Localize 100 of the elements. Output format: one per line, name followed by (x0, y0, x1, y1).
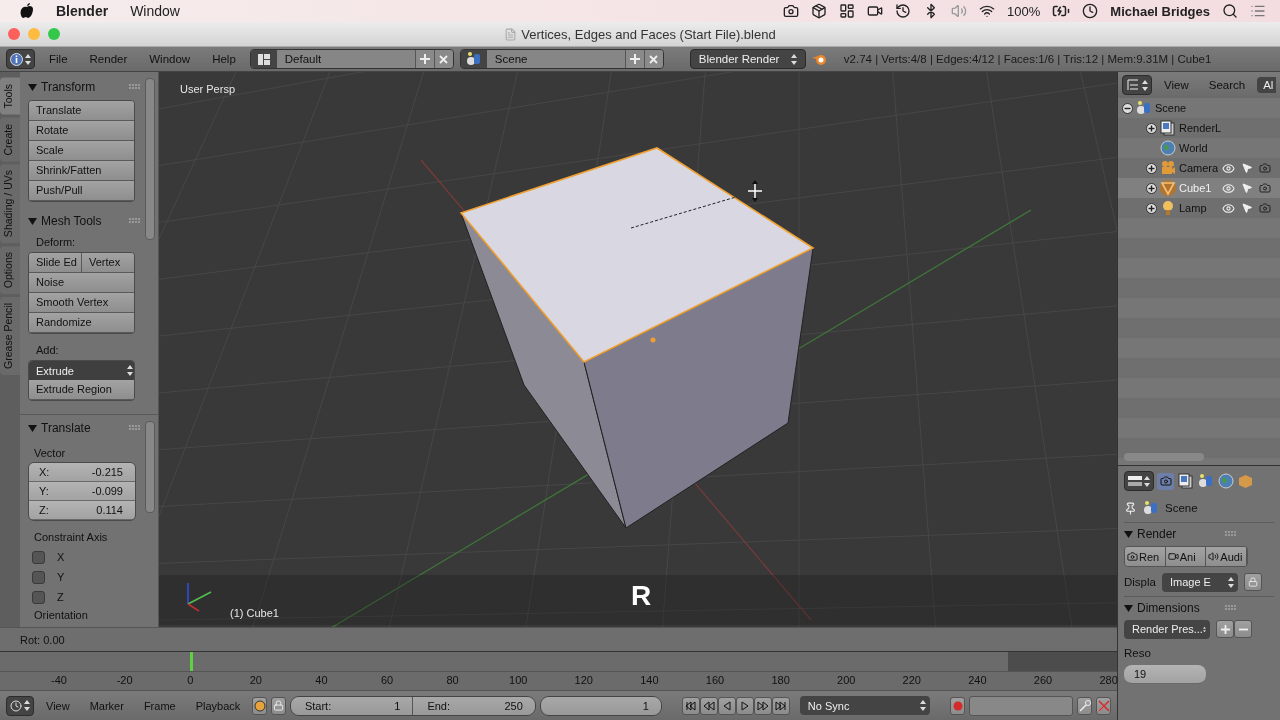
tool-button[interactable]: Shrink/Fatten (29, 161, 134, 181)
lock-button[interactable] (271, 696, 286, 715)
eye-icon[interactable] (1222, 161, 1235, 175)
panel-title[interactable]: Dimensions (1137, 601, 1200, 615)
collapse-triangle-icon[interactable] (28, 216, 37, 226)
record-button[interactable] (950, 696, 965, 715)
sync-dropdown[interactable]: No Sync (799, 696, 931, 715)
outliner-row[interactable]: Cube1 (1118, 178, 1280, 198)
playback-button[interactable] (753, 696, 772, 715)
pointer-icon[interactable] (1241, 201, 1253, 214)
keyframe-button[interactable] (252, 696, 268, 715)
history-icon[interactable] (895, 3, 912, 19)
tool-button[interactable]: Smooth Vertex (29, 293, 134, 313)
keying-set-field[interactable] (969, 695, 1074, 716)
menu-item[interactable]: Window (130, 3, 180, 19)
drag-handle-icon[interactable] (129, 425, 140, 431)
collapse-triangle-icon[interactable] (1124, 603, 1133, 613)
apple-logo-icon[interactable] (20, 3, 34, 19)
tool-button[interactable]: Slide Ed (29, 253, 82, 273)
outliner-label[interactable]: Camera (1179, 162, 1219, 174)
add-preset-button[interactable] (1216, 620, 1234, 638)
app-menu[interactable]: Blender (56, 3, 109, 19)
drag-handle-icon[interactable] (1225, 605, 1236, 611)
camera-icon[interactable] (783, 3, 800, 19)
resolution-field[interactable]: 19 (1124, 665, 1206, 684)
outliner-label[interactable]: Scene (1155, 102, 1187, 114)
playback-button[interactable] (717, 696, 736, 715)
video-camera-icon[interactable] (867, 3, 884, 19)
world-tab[interactable] (1217, 472, 1234, 490)
tool-button[interactable]: Noise (29, 273, 134, 293)
menu-item[interactable]: Marker (81, 699, 132, 712)
speaker-icon[interactable] (951, 3, 968, 19)
lock-button[interactable] (1243, 573, 1262, 591)
expand-icon[interactable] (1146, 202, 1157, 214)
tool-tab[interactable]: Create (0, 117, 20, 162)
tool-tab[interactable]: Options (0, 246, 20, 295)
pointer-icon[interactable] (1241, 181, 1253, 194)
collapse-triangle-icon[interactable] (28, 423, 37, 433)
menu-item[interactable]: View (1156, 79, 1197, 91)
eye-icon[interactable] (1222, 201, 1235, 215)
current-frame-field[interactable]: 1 (540, 696, 661, 715)
eye-icon[interactable] (1222, 181, 1235, 195)
display-mode-dropdown[interactable]: Al (1257, 77, 1277, 93)
editor-type-button[interactable] (6, 49, 35, 69)
drag-handle-icon[interactable] (1225, 531, 1236, 537)
number-field[interactable]: Z: 0.114 (29, 501, 135, 520)
tool-tab[interactable]: Grease Pencil (0, 297, 20, 376)
checkbox[interactable] (32, 590, 45, 604)
panel-title[interactable]: Mesh Tools (41, 214, 102, 228)
timeline-track[interactable] (0, 651, 1117, 672)
editor-type-button[interactable] (6, 695, 34, 716)
current-frame-marker[interactable] (190, 652, 193, 672)
outliner-row[interactable]: RenderL (1118, 118, 1280, 138)
menu-item[interactable]: Render (81, 53, 136, 65)
render-engine-dropdown[interactable]: Blender Render (689, 49, 806, 69)
panel-title[interactable]: Render (1137, 527, 1177, 541)
layout-icon[interactable] (839, 3, 856, 19)
menu-icon[interactable] (1250, 3, 1266, 19)
collapse-icon[interactable] (1122, 102, 1133, 114)
tool-tab[interactable]: Shading / UVs (0, 164, 20, 244)
menu-item[interactable]: Window (141, 53, 199, 65)
outliner-label[interactable]: RenderL (1179, 122, 1222, 134)
tool-button[interactable]: Translate (29, 101, 134, 121)
extrude-dropdown[interactable]: Extrude (29, 361, 134, 380)
box-icon[interactable] (811, 3, 828, 19)
render-button[interactable]: Ani (1165, 547, 1207, 566)
outliner-label[interactable]: Cube1 (1179, 182, 1212, 194)
tool-button[interactable]: Rotate (29, 121, 134, 141)
collapse-triangle-icon[interactable] (1124, 529, 1133, 539)
menu-item[interactable]: Search (1200, 79, 1254, 91)
scrollbar[interactable] (145, 78, 155, 240)
insert-keyframe-button[interactable] (1077, 696, 1093, 715)
tool-button[interactable]: Vertex (82, 253, 134, 273)
checkbox[interactable] (32, 570, 45, 584)
scene-tab[interactable] (1197, 472, 1214, 490)
outliner-row[interactable]: World (1118, 138, 1280, 158)
outliner-row[interactable]: Scene (1118, 98, 1280, 118)
playback-button[interactable] (735, 696, 754, 715)
display-dropdown[interactable]: Image E (1161, 572, 1238, 592)
editor-type-button[interactable] (1124, 471, 1154, 491)
menu-item[interactable]: View (38, 699, 78, 712)
cube-drawing[interactable] (459, 147, 815, 529)
pin-icon[interactable] (1124, 501, 1137, 515)
outliner-label[interactable]: Lamp (1179, 202, 1207, 214)
menu-item[interactable]: Help (204, 53, 244, 65)
scrollbar[interactable] (145, 421, 155, 513)
menu-item[interactable]: File (41, 53, 76, 65)
outliner-row[interactable]: Lamp (1118, 198, 1280, 218)
tool-button[interactable]: Randomize (29, 313, 134, 333)
collapse-triangle-icon[interactable] (28, 82, 37, 92)
drag-handle-icon[interactable] (129, 84, 140, 90)
clock-icon[interactable] (1082, 3, 1099, 19)
user-name[interactable]: Michael Bridges (1110, 3, 1210, 19)
outliner-row[interactable]: Camera (1118, 158, 1280, 178)
tool-button[interactable]: Scale (29, 141, 134, 161)
search-icon[interactable] (1222, 3, 1238, 19)
tool-button[interactable]: Extrude Region (29, 380, 134, 400)
render-tab[interactable] (1157, 472, 1174, 490)
expand-icon[interactable] (1146, 122, 1157, 134)
delete-keyframe-button[interactable] (1096, 696, 1111, 715)
